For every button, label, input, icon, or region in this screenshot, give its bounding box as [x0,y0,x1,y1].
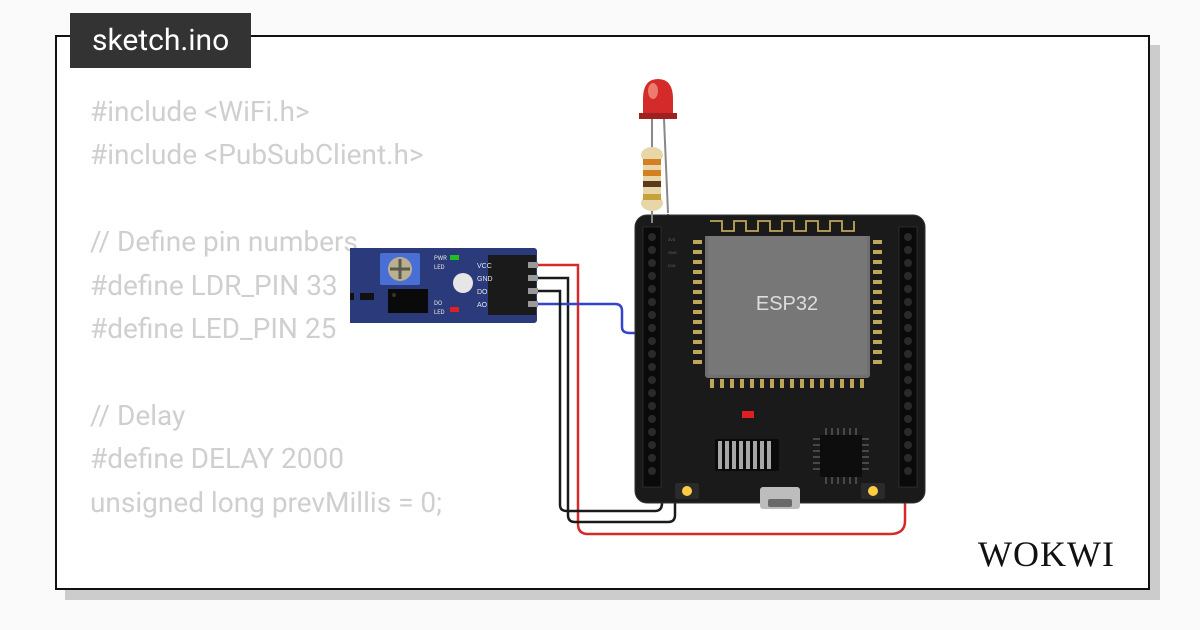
ldr-module[interactable]: + − PWR LED DO LED VCC GND DO [350,248,538,323]
en-button[interactable] [861,483,885,499]
svg-text:DO: DO [434,300,442,307]
wokwi-logo: WOKWI [978,533,1115,575]
svg-text:GND: GND [668,250,677,255]
svg-text:GND: GND [477,276,493,283]
svg-text:VCC: VCC [477,263,492,270]
file-tab[interactable]: sketch.ino [70,13,251,68]
svg-text:LED: LED [434,264,445,271]
svg-text:AO: AO [477,302,488,309]
svg-text:LED: LED [434,309,445,316]
svg-text:PWR: PWR [434,255,447,262]
svg-text:3V3: 3V3 [668,237,676,242]
svg-text:DO: DO [477,289,488,296]
circuit-diagram: ESP32 3V3 GND D15 [350,55,1140,555]
esp32-label: ESP32 [756,293,818,315]
esp32-board[interactable]: ESP32 3V3 GND D15 [635,215,925,509]
boot-button[interactable] [675,483,699,499]
svg-text:D15: D15 [668,263,676,268]
